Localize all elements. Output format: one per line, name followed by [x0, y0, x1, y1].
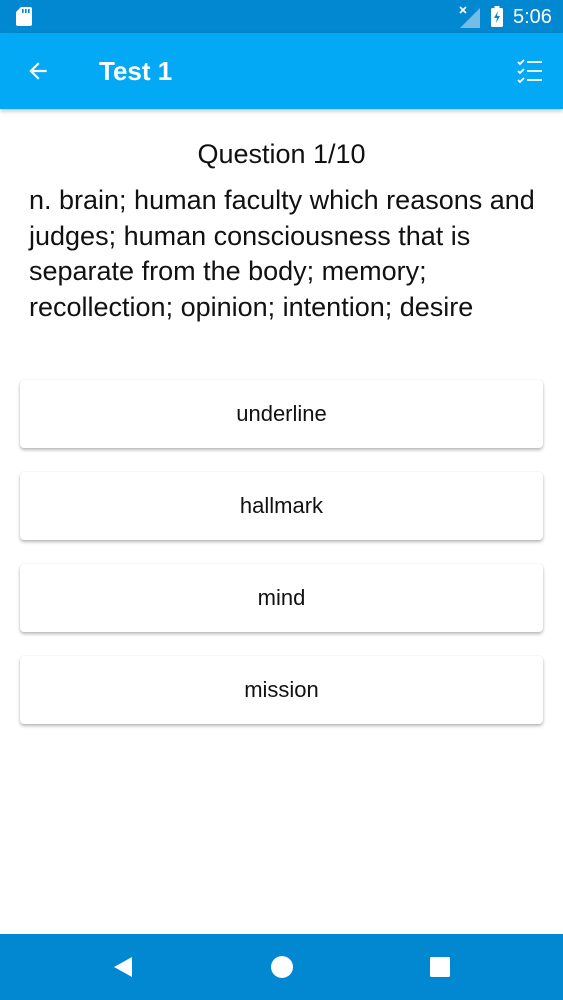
nav-home-button[interactable] — [259, 944, 305, 990]
checklist-icon — [517, 59, 542, 84]
answer-option-mind[interactable]: mind — [20, 564, 543, 632]
nav-recents-icon — [430, 957, 450, 977]
back-arrow-icon — [29, 62, 47, 80]
battery-charging-icon — [491, 6, 503, 27]
back-button[interactable] — [14, 47, 62, 95]
answer-option-hallmark[interactable]: hallmark — [20, 472, 543, 540]
navigation-bar — [0, 934, 563, 1000]
question-definition: n. brain; human faculty which reasons an… — [29, 185, 535, 322]
nav-back-button[interactable] — [100, 944, 146, 990]
status-time: 5:06 — [513, 6, 552, 28]
nav-back-icon — [114, 957, 132, 977]
page-title: Test 1 — [99, 56, 173, 86]
nav-recents-button[interactable] — [417, 944, 463, 990]
answer-option-mission[interactable]: mission — [20, 656, 543, 724]
nav-home-icon — [271, 956, 293, 978]
status-bar: 5:06 — [0, 0, 563, 33]
sd-card-icon — [16, 7, 32, 26]
question-list-button[interactable] — [506, 47, 554, 95]
answer-option-underline[interactable]: underline — [20, 380, 543, 448]
question-counter: Question 1/10 — [197, 139, 366, 169]
signal-no-data-icon — [459, 6, 480, 28]
app-bar: Test 1 — [0, 33, 563, 109]
